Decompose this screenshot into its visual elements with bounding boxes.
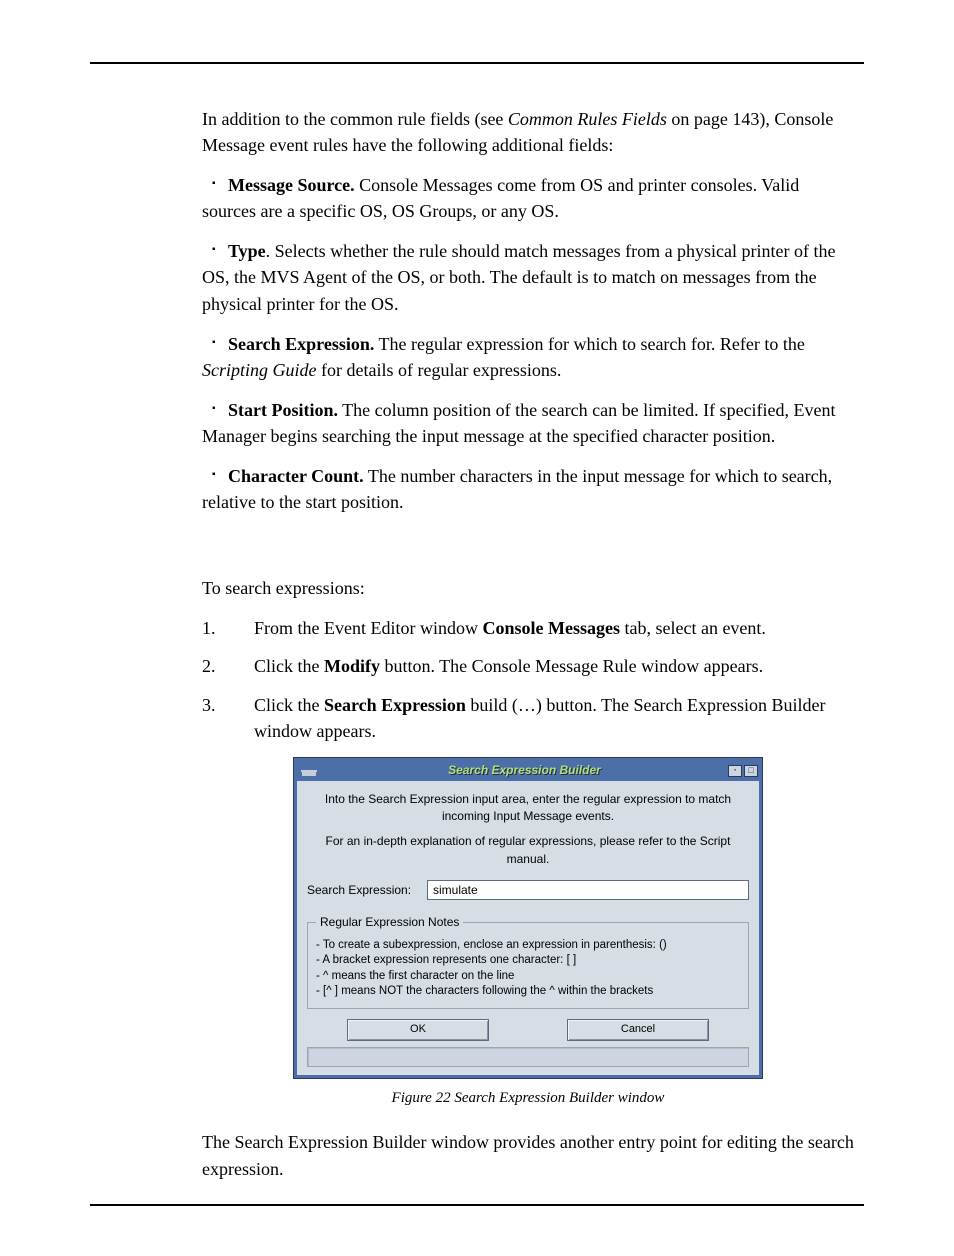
system-menu-icon[interactable] xyxy=(301,765,317,777)
step-1: 1. From the Event Editor window Console … xyxy=(202,615,854,641)
step-text: Click the Search Expression build (…) bu… xyxy=(254,692,854,744)
step-number: 1. xyxy=(202,615,254,641)
notes-legend: Regular Expression Notes xyxy=(316,914,463,931)
numbered-list: 1. From the Event Editor window Console … xyxy=(202,615,854,743)
dialog-help-2: For an in-depth explanation of regular e… xyxy=(307,833,749,868)
window-title: Search Expression Builder xyxy=(321,762,728,779)
figure-caption: Figure 22 Search Expression Builder wind… xyxy=(202,1088,854,1110)
dialog-figure: Search Expression Builder · □ Into the S… xyxy=(294,758,762,1078)
bullet-label: Type xyxy=(228,241,266,261)
bullet-marker-icon: ▪ xyxy=(212,470,216,480)
step-3: 3. Click the Search Expression build (…)… xyxy=(202,692,854,744)
bullet-italic: Scripting Guide xyxy=(202,360,317,380)
bullet-search-expression: ▪ Search Expression. The regular express… xyxy=(202,331,854,383)
maximize-button[interactable]: □ xyxy=(744,765,758,777)
step-number: 2. xyxy=(202,653,254,679)
note-line: - [^ ] means NOT the characters followin… xyxy=(316,984,740,1000)
bullet-marker-icon: ▪ xyxy=(212,179,216,189)
status-bar xyxy=(307,1047,749,1067)
dialog-window: Search Expression Builder · □ Into the S… xyxy=(294,758,762,1078)
notes-fieldset: Regular Expression Notes - To create a s… xyxy=(307,914,749,1008)
step-text: Click the Modify button. The Console Mes… xyxy=(254,653,854,679)
ok-button[interactable]: OK xyxy=(347,1019,489,1041)
step-number: 3. xyxy=(202,692,254,744)
title-bar-buttons: · □ xyxy=(728,765,758,777)
bullet-marker-icon: ▪ xyxy=(212,338,216,348)
dialog-buttons: OK Cancel xyxy=(307,1019,749,1041)
minimize-button[interactable]: · xyxy=(728,765,742,777)
note-line: - A bracket expression represents one ch… xyxy=(316,953,740,969)
note-line: - To create a subexpression, enclose an … xyxy=(316,938,740,954)
bullet-start-position: ▪ Start Position. The column position of… xyxy=(202,397,854,449)
steps-intro: To search expressions: xyxy=(202,575,854,601)
intro-prefix: In addition to the common rule fields (s… xyxy=(202,109,508,129)
bullet-text: . Selects whether the rule should match … xyxy=(202,241,836,313)
search-expression-input[interactable]: simulate xyxy=(427,880,749,900)
note-line: - ^ means the first character on the lin… xyxy=(316,969,740,985)
intro-paragraph: In addition to the common rule fields (s… xyxy=(202,106,854,158)
dialog-help-1: Into the Search Expression input area, e… xyxy=(307,791,749,826)
title-bar[interactable]: Search Expression Builder · □ xyxy=(297,761,759,781)
cancel-button[interactable]: Cancel xyxy=(567,1019,709,1041)
dot-icon: · xyxy=(734,765,737,775)
bullet-text2: for details of regular expressions. xyxy=(317,360,562,380)
bottom-rule xyxy=(90,1204,864,1206)
intro-link: Common Rules Fields xyxy=(508,109,667,129)
bullet-label: Search Expression. xyxy=(228,334,374,354)
top-rule xyxy=(90,62,864,64)
bullet-marker-icon: ▪ xyxy=(212,245,216,255)
step-2: 2. Click the Modify button. The Console … xyxy=(202,653,854,679)
bullet-message-source: ▪ Message Source. Console Messages come … xyxy=(202,172,854,224)
bullet-label: Start Position. xyxy=(228,400,338,420)
bullet-type: ▪ Type. Selects whether the rule should … xyxy=(202,238,854,316)
search-expression-label: Search Expression: xyxy=(307,882,427,899)
body-column: In addition to the common rule fields (s… xyxy=(202,106,854,1182)
closing-paragraph: The Search Expression Builder window pro… xyxy=(202,1129,854,1181)
bullet-label: Message Source. xyxy=(228,175,355,195)
step-text: From the Event Editor window Console Mes… xyxy=(254,615,854,641)
bullet-label: Character Count. xyxy=(228,466,364,486)
search-expression-row: Search Expression: simulate xyxy=(307,880,749,900)
bullet-marker-icon: ▪ xyxy=(212,404,216,414)
dialog-body: Into the Search Expression input area, e… xyxy=(297,781,759,1075)
bullet-text: The regular expression for which to sear… xyxy=(374,334,805,354)
bullet-character-count: ▪ Character Count. The number characters… xyxy=(202,463,854,515)
document-page: In addition to the common rule fields (s… xyxy=(0,0,954,1256)
